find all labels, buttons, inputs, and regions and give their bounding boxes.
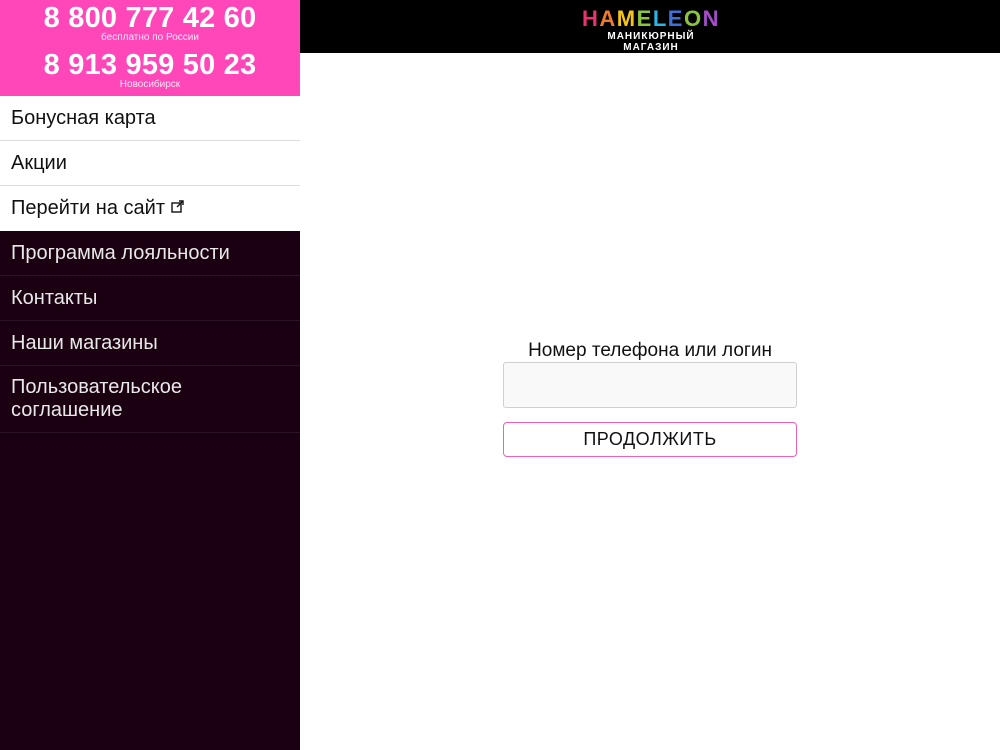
logo-letter: N	[702, 6, 720, 31]
logo-letter: O	[683, 6, 703, 31]
nav-label: Контакты	[11, 287, 98, 309]
phone-number: 8 800 777 42 60	[43, 2, 257, 34]
top-bar: HAMELEON МАНИКЮРНЫЙ МАГАЗИН	[300, 0, 1000, 53]
logo-letter: L	[652, 6, 668, 31]
logo-letter: E	[636, 6, 653, 31]
nav-our-stores[interactable]: Наши магазины	[0, 321, 300, 366]
nav-bonus-card[interactable]: Бонусная карта	[0, 96, 300, 141]
continue-button[interactable]: ПРОДОЛЖИТЬ	[503, 422, 797, 457]
nav-contacts[interactable]: Контакты	[0, 276, 300, 321]
logo-wordmark: HAMELEON	[581, 7, 721, 31]
logo-letter: M	[616, 6, 637, 31]
sidebar: 8 800 777 42 60 бесплатно по России 8 91…	[0, 0, 300, 750]
nav-label: Программа лояльности	[11, 242, 230, 264]
nav-label: Бонусная карта	[11, 107, 156, 129]
phone-note: Новосибирск	[119, 79, 181, 90]
nav-label: Перейти на сайт	[11, 197, 165, 219]
phone-note: бесплатно по России	[101, 32, 199, 43]
phone-banner: 8 800 777 42 60 бесплатно по России 8 91…	[0, 0, 300, 96]
logo-letter: A	[599, 6, 617, 31]
nav-label: Наши магазины	[11, 332, 158, 354]
nav-label: Акции	[11, 152, 67, 174]
nav-user-agreement[interactable]: Пользовательское соглашение	[0, 366, 300, 433]
phone-local[interactable]: 8 913 959 50 23 Новосибирск	[0, 50, 300, 90]
phone-federal[interactable]: 8 800 777 42 60 бесплатно по России	[0, 3, 300, 43]
phone-or-login-input[interactable]	[503, 362, 797, 408]
login-label: Номер телефона или логин	[528, 340, 772, 361]
logo-letter: E	[667, 6, 684, 31]
nav-promotions[interactable]: Акции	[0, 141, 300, 186]
nav-label: Пользовательское соглашение	[11, 376, 183, 421]
login-form: Номер телефона или логин ПРОДОЛЖИТЬ	[503, 340, 797, 457]
phone-number: 8 913 959 50 23	[43, 49, 257, 81]
nav-loyalty-program[interactable]: Программа лояльности	[0, 231, 300, 276]
brand-logo[interactable]: HAMELEON МАНИКЮРНЫЙ МАГАЗИН	[581, 7, 721, 54]
logo-subtitle: МАНИКЮРНЫЙ МАГАЗИН	[607, 31, 695, 53]
nav-go-to-site[interactable]: Перейти на сайт	[0, 186, 300, 231]
external-link-icon	[171, 185, 184, 230]
logo-letter: H	[582, 6, 600, 31]
